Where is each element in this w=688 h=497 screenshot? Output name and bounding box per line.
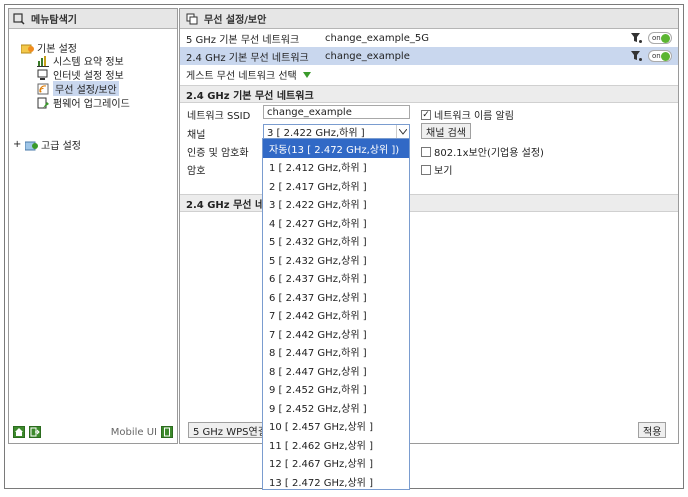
tree-item-system-summary[interactable]: 시스템 요약 정보: [37, 53, 124, 68]
channel-option[interactable]: 9 [ 2.452 GHz,하위 ]: [263, 380, 409, 399]
search-icon: [13, 12, 25, 25]
toggle-switch-5ghz[interactable]: on: [648, 32, 672, 44]
tree-item-internet-settings[interactable]: 인터넷 설정 정보: [37, 67, 124, 82]
channel-option[interactable]: 10 [ 2.457 GHz,상위 ]: [263, 417, 409, 436]
channel-option[interactable]: 4 [ 2.427 GHz,하위 ]: [263, 213, 409, 232]
channel-option[interactable]: 8 [ 2.447 GHz,상위 ]: [263, 361, 409, 380]
content-panel: 무선 설정/보안 5 GHz 기본 무선 네트워크 change_example…: [179, 8, 679, 444]
expand-plus-icon[interactable]: +: [13, 139, 21, 150]
page-title: 무선 설정/보안: [204, 15, 267, 26]
folder-gear-icon: [20, 42, 34, 54]
ssid-input[interactable]: change_example: [263, 105, 410, 119]
checkbox-checked[interactable]: ✓: [421, 109, 431, 120]
channel-option[interactable]: 12 [ 2.467 GHz,상위 ]: [263, 454, 409, 473]
wireless-icon: [37, 83, 49, 95]
menu-explorer-panel: 메뉴탐색기 기본 설정 시스템 요약 정보 인터넷 설정 정보 무선 설정/보안: [8, 8, 178, 444]
channel-option[interactable]: 13 [ 2.472 GHz,상위 ]: [263, 472, 409, 491]
chevron-down-icon[interactable]: [396, 125, 409, 138]
wps-connect-button[interactable]: 5 GHz WPS연결: [188, 422, 272, 438]
channel-option[interactable]: 6 [ 2.437 GHz,상위 ]: [263, 287, 409, 306]
channel-option[interactable]: 7 [ 2.442 GHz,상위 ]: [263, 324, 409, 343]
tree-item-firmware-upgrade[interactable]: 펌웨어 업그레이드: [37, 95, 130, 110]
logout-icon[interactable]: [29, 426, 41, 438]
toggle-switch-24ghz[interactable]: on: [648, 50, 672, 62]
channel-option[interactable]: 11 [ 2.462 GHz,상위 ]: [263, 435, 409, 454]
menu-explorer-footer: Mobile UI: [9, 421, 177, 443]
auth-label: 인증 및 암호화: [187, 148, 249, 159]
show-password-checkbox[interactable]: 보기: [421, 162, 452, 177]
tree-node-advanced[interactable]: + 고급 설정: [13, 137, 81, 152]
channel-option[interactable]: 6 [ 2.437 GHz,하위 ]: [263, 269, 409, 288]
tree-item-wireless-security[interactable]: 무선 설정/보안: [37, 81, 119, 96]
ssid-label: 네트워크 SSID: [187, 111, 251, 122]
password-label: 암호: [187, 166, 206, 177]
channel-option[interactable]: 자동(13 [ 2.472 GHz,상위 ]): [263, 139, 409, 158]
menu-explorer-title: 메뉴탐색기: [31, 15, 77, 26]
apply-button[interactable]: 적용: [638, 422, 667, 438]
home-icon[interactable]: [13, 426, 25, 438]
dot1x-checkbox[interactable]: 802.1x보안(기업용 설정): [421, 144, 544, 159]
chart-icon: [37, 55, 49, 67]
monitor-icon: [37, 69, 49, 81]
firmware-icon: [37, 97, 49, 109]
filter-icon[interactable]: [631, 33, 642, 43]
channel-option[interactable]: 3 [ 2.422 GHz,하위 ]: [263, 195, 409, 214]
channel-dropdown-list[interactable]: 자동(13 [ 2.472 GHz,상위 ]) 1 [ 2.412 GHz,하위 …: [262, 138, 410, 490]
mobile-icon: [161, 426, 173, 438]
filter-icon[interactable]: [631, 51, 642, 61]
channel-option[interactable]: 5 [ 2.432 GHz,상위 ]: [263, 250, 409, 269]
network-row-5ghz[interactable]: 5 GHz 기본 무선 네트워크 change_example_5G on: [180, 29, 678, 47]
channel-option[interactable]: 8 [ 2.447 GHz,하위 ]: [263, 343, 409, 362]
channel-option[interactable]: 2 [ 2.417 GHz,하위 ]: [263, 176, 409, 195]
channel-select[interactable]: 3 [ 2.422 GHz,하위 ]: [263, 124, 410, 139]
windows-icon: [186, 13, 198, 25]
broadcast-checkbox[interactable]: ✓ 네트워크 이름 알림: [421, 107, 514, 122]
mobile-ui-link[interactable]: Mobile UI: [111, 426, 173, 438]
channel-option[interactable]: 1 [ 2.412 GHz,하위 ]: [263, 158, 409, 177]
channel-option[interactable]: 5 [ 2.432 GHz,하위 ]: [263, 232, 409, 251]
section-header-24ghz: 2.4 GHz 기본 무선 네트워크: [180, 85, 678, 103]
channel-search-button[interactable]: 채널 검색: [421, 123, 471, 139]
dropdown-triangle-icon: [302, 71, 311, 78]
network-row-24ghz[interactable]: 2.4 GHz 기본 무선 네트워크 change_example on: [180, 47, 678, 65]
channel-label: 채널: [187, 130, 206, 141]
guest-network-selector[interactable]: 게스트 무선 네트워크 선택: [186, 67, 311, 82]
channel-option[interactable]: 7 [ 2.442 GHz,하위 ]: [263, 306, 409, 325]
section-header-24ghz-network: 2.4 GHz 무선 네트워크: [180, 194, 678, 212]
menu-explorer-header: 메뉴탐색기: [9, 9, 177, 29]
folder-gear-icon: [24, 139, 38, 151]
content-header: 무선 설정/보안: [180, 9, 678, 29]
channel-option[interactable]: 9 [ 2.452 GHz,상위 ]: [263, 398, 409, 417]
